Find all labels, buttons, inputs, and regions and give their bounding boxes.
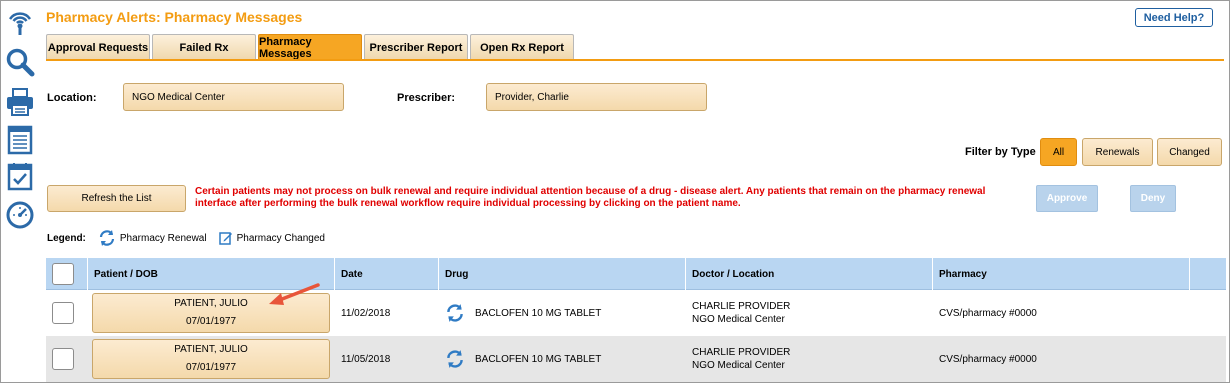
column-header-doctor-location[interactable]: Doctor / Location xyxy=(686,258,933,290)
table-row: PATIENT, JULIO 07/01/1977 11/05/2018 BAC… xyxy=(46,336,1226,382)
wireless-icon[interactable] xyxy=(5,7,35,37)
date-cell: 11/05/2018 xyxy=(341,353,391,365)
tab-pharmacy-messages[interactable]: Pharmacy Messages xyxy=(258,34,362,60)
sidebar xyxy=(1,1,38,382)
doctor-name: CHARLIE PROVIDER xyxy=(692,347,791,358)
search-icon[interactable] xyxy=(5,47,35,77)
tab-approval-requests[interactable]: Approval Requests xyxy=(46,34,150,60)
drug-disease-alert-message: Certain patients may not process on bulk… xyxy=(195,186,986,209)
table-header: Patient / DOB Date Drug Doctor / Locatio… xyxy=(46,258,1226,290)
patient-name: PATIENT, JULIO xyxy=(174,298,248,309)
patient-cell: PATIENT, JULIO 07/01/1977 xyxy=(88,336,335,382)
tab-prescriber-report[interactable]: Prescriber Report xyxy=(364,34,468,60)
prescriber-field[interactable]: Provider, Charlie xyxy=(486,83,707,111)
page-title: Pharmacy Alerts: Pharmacy Messages xyxy=(46,9,303,25)
legend-changed: Pharmacy Changed xyxy=(218,231,325,245)
renewal-icon xyxy=(99,230,114,246)
column-header-drug[interactable]: Drug xyxy=(439,258,686,290)
row-select-cell xyxy=(46,336,88,382)
doctor-location-cell: CHARLIE PROVIDER NGO Medical Center xyxy=(686,290,933,336)
approve-button[interactable]: Approve xyxy=(1036,185,1098,212)
legend-title: Legend: xyxy=(47,232,86,244)
legend-renewal: Pharmacy Renewal xyxy=(98,229,207,247)
edit-icon xyxy=(218,232,232,245)
drug-cell: BACLOFEN 10 MG TABLET xyxy=(439,336,686,382)
drug-name: BACLOFEN 10 MG TABLET xyxy=(475,353,602,365)
dashboard-icon[interactable] xyxy=(5,199,35,229)
doctor-name: CHARLIE PROVIDER xyxy=(692,301,791,312)
main-content: Pharmacy Alerts: Pharmacy Messages Need … xyxy=(38,1,1229,382)
row-select-cell xyxy=(46,290,88,336)
pharmacy-cell: CVS/pharmacy #0000 xyxy=(939,353,1037,365)
filter-renewals-button[interactable]: Renewals xyxy=(1082,138,1153,166)
location-field[interactable]: NGO Medical Center xyxy=(123,83,344,111)
legend-changed-label: Pharmacy Changed xyxy=(236,232,325,244)
prescriber-label: Prescriber: xyxy=(397,92,456,104)
checklist-icon[interactable] xyxy=(5,161,35,191)
select-all-checkbox[interactable] xyxy=(52,263,74,285)
row-checkbox[interactable] xyxy=(52,302,74,324)
refresh-list-button[interactable]: Refresh the List xyxy=(47,185,186,212)
select-all-cell xyxy=(46,258,88,290)
drug-name: BACLOFEN 10 MG TABLET xyxy=(475,307,602,319)
annotation-arrow-icon xyxy=(269,283,320,305)
filter-by-type-label: Filter by Type xyxy=(965,146,1036,158)
doctor-location: NGO Medical Center xyxy=(692,314,785,325)
drug-cell: BACLOFEN 10 MG TABLET xyxy=(439,290,686,336)
column-header-date[interactable]: Date xyxy=(335,258,439,290)
row-checkbox[interactable] xyxy=(52,348,74,370)
table-row: PATIENT, JULIO 07/01/1977 11/02/2018 BAC… xyxy=(46,290,1226,336)
renewal-icon xyxy=(447,304,463,322)
legend: Legend: Pharmacy Renewal Pharmacy Change… xyxy=(47,230,337,246)
column-header-spacer xyxy=(1190,258,1226,290)
pharmacy-cell: CVS/pharmacy #0000 xyxy=(939,307,1037,319)
doctor-location-cell: CHARLIE PROVIDER NGO Medical Center xyxy=(686,336,933,382)
patient-button[interactable]: PATIENT, JULIO 07/01/1977 xyxy=(92,339,330,379)
printer-icon[interactable] xyxy=(5,87,35,117)
patient-dob: 07/01/1977 xyxy=(185,316,237,327)
document-icon[interactable] xyxy=(5,125,35,155)
tab-failed-rx[interactable]: Failed Rx xyxy=(152,34,256,60)
patient-name: PATIENT, JULIO xyxy=(174,344,248,355)
doctor-location: NGO Medical Center xyxy=(692,360,785,371)
deny-button[interactable]: Deny xyxy=(1130,185,1176,212)
patient-dob: 07/01/1977 xyxy=(185,362,237,373)
filter-all-button[interactable]: All xyxy=(1040,138,1077,166)
column-header-pharmacy[interactable]: Pharmacy xyxy=(933,258,1190,290)
legend-renewal-label: Pharmacy Renewal xyxy=(119,232,207,244)
tab-open-rx-report[interactable]: Open Rx Report xyxy=(470,34,574,60)
date-cell: 11/02/2018 xyxy=(341,307,391,319)
need-help-button[interactable]: Need Help? xyxy=(1135,8,1213,27)
location-label: Location: xyxy=(47,92,97,104)
pharmacy-messages-table: Patient / DOB Date Drug Doctor / Locatio… xyxy=(46,258,1226,382)
tab-divider xyxy=(46,59,1224,61)
filter-changed-button[interactable]: Changed xyxy=(1157,138,1222,166)
renewal-icon xyxy=(447,350,463,368)
